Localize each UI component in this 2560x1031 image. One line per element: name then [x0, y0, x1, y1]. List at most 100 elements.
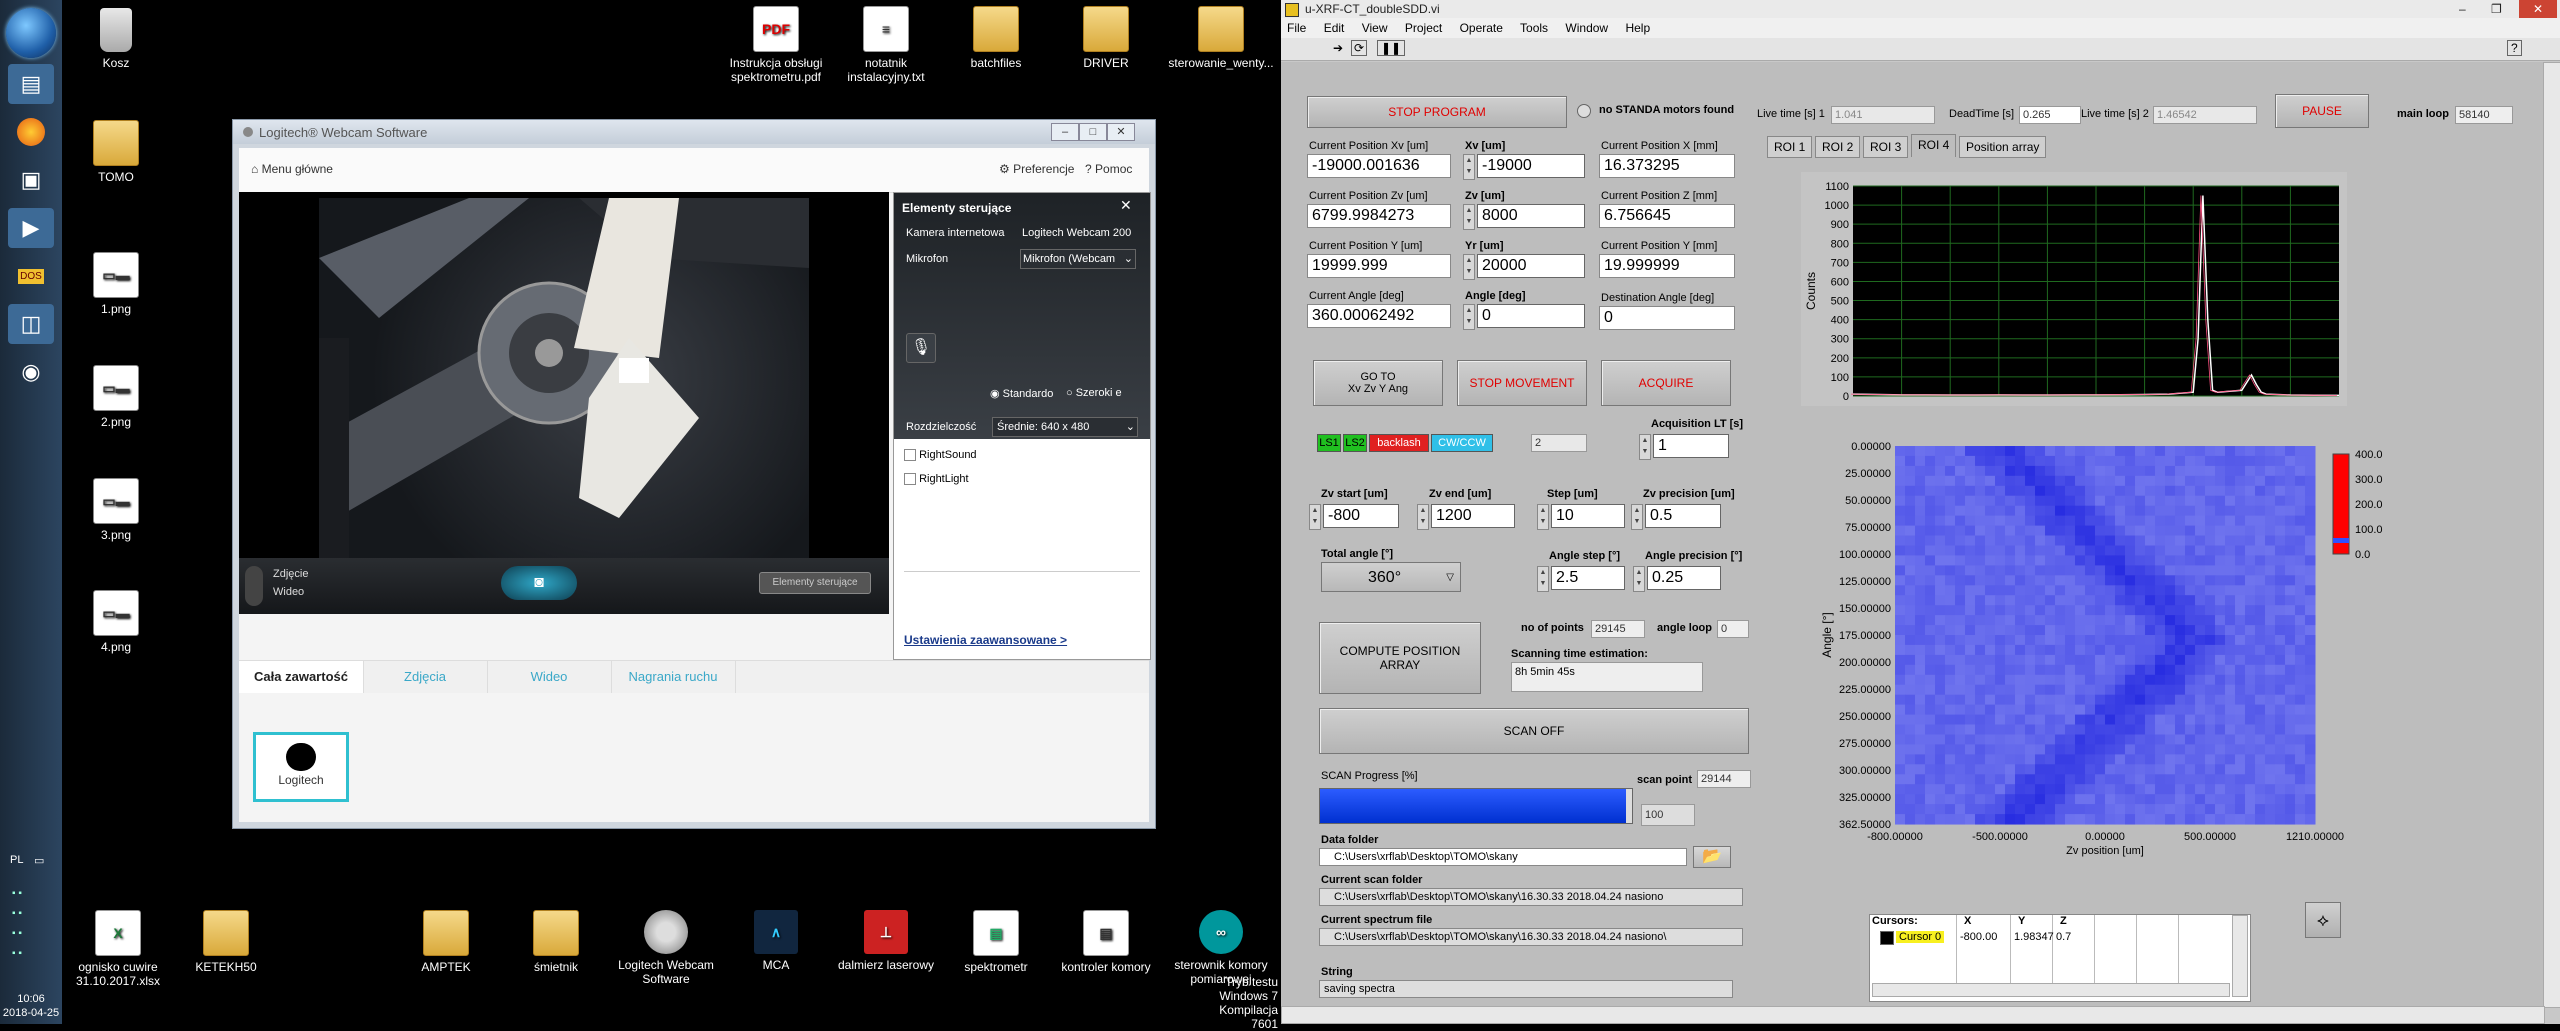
run-continuously-icon[interactable]: ⟳: [1351, 40, 1368, 56]
home-link[interactable]: ⌂ Menu główne: [251, 162, 333, 176]
cursor-table-vscrollbar[interactable]: [2232, 915, 2248, 997]
xv-input[interactable]: -19000: [1477, 154, 1585, 178]
keyboard-icon[interactable]: ▭: [34, 854, 44, 867]
desktop-icon-notatnik[interactable]: ≡ notatnik instalacyjny.txt: [836, 6, 936, 84]
minimize-button[interactable]: –: [1051, 123, 1079, 141]
menu-window[interactable]: Window: [1565, 21, 1608, 35]
run-arrow-icon[interactable]: ➔: [1333, 41, 1343, 55]
angle-prec-input[interactable]: 0.25: [1647, 566, 1721, 590]
angle-prec-spinner[interactable]: ▲ ▼: [1633, 566, 1645, 592]
desktop-icon-sterowanie[interactable]: sterowanie_wenty...: [1166, 6, 1276, 70]
desktop-icon-tomo[interactable]: TOMO: [66, 120, 166, 184]
explorer-taskbar-icon[interactable]: ▤: [8, 64, 54, 104]
data-folder-input[interactable]: C:\Users\xrflab\Desktop\TOMO\skany: [1319, 848, 1687, 866]
acquire-button[interactable]: ACQUIRE: [1601, 360, 1731, 406]
desktop-icon-spektrometr[interactable]: ▤ spektrometr: [946, 910, 1046, 974]
yr-input[interactable]: 20000: [1477, 254, 1585, 278]
language-indicator[interactable]: PL: [10, 854, 23, 866]
vertical-scrollbar[interactable]: [2543, 62, 2560, 1008]
menu-project[interactable]: Project: [1405, 21, 1442, 35]
zv-start-spinner[interactable]: ▲ ▼: [1309, 504, 1321, 530]
zv-start-input[interactable]: -800: [1323, 504, 1399, 528]
monitor-taskbar-icon[interactable]: ▣: [8, 160, 54, 200]
help-link[interactable]: ? Pomoc: [1085, 162, 1132, 176]
zv-end-input[interactable]: 1200: [1431, 504, 1515, 528]
angle-spinner[interactable]: ▲ ▼: [1463, 304, 1475, 330]
tab-position-array[interactable]: Position array: [1959, 136, 2047, 158]
cursor-name[interactable]: Cursor 0: [1896, 931, 1945, 943]
desktop-icon-batchfiles[interactable]: batchfiles: [946, 6, 1046, 70]
start-button[interactable]: [6, 8, 56, 58]
menu-view[interactable]: View: [1362, 21, 1388, 35]
radio-wide[interactable]: ○ Szeroki e: [1066, 387, 1122, 399]
tab-roi3[interactable]: ROI 3: [1863, 136, 1909, 158]
tab-roi2[interactable]: ROI 2: [1815, 136, 1861, 158]
gallery-thumbnail[interactable]: Logitech: [253, 732, 349, 802]
rightsound-checkbox[interactable]: RightSound: [904, 449, 977, 462]
maximize-button[interactable]: □: [1079, 123, 1107, 141]
tab-motion[interactable]: Nagrania ruchu: [611, 661, 736, 693]
desktop-icon-driver[interactable]: DRIVER: [1056, 6, 1156, 70]
tab-photos[interactable]: Zdjęcia: [363, 661, 488, 693]
menu-operate[interactable]: Operate: [1460, 21, 1503, 35]
dos-taskbar-icon[interactable]: DOS: [8, 256, 54, 296]
desktop-icon-amptek[interactable]: AMPTEK: [396, 910, 496, 974]
angle-step-spinner[interactable]: ▲ ▼: [1537, 566, 1549, 592]
pause-button[interactable]: PAUSE: [2275, 94, 2369, 128]
preferences-link[interactable]: ⚙ Preferencje: [999, 162, 1074, 176]
maximize-button[interactable]: ❐: [2491, 0, 2502, 18]
record-button[interactable]: ◙: [501, 566, 577, 600]
cursor-table-hscrollbar[interactable]: [1872, 983, 2230, 997]
compute-position-button[interactable]: COMPUTE POSITION ARRAY: [1319, 622, 1481, 694]
scan-off-button[interactable]: SCAN OFF: [1319, 708, 1749, 754]
menu-help[interactable]: Help: [1625, 21, 1650, 35]
labview-taskbar-icon[interactable]: ▶: [8, 208, 54, 248]
desktop-icon-dalmierz[interactable]: ⊥ dalmierz laserowy: [836, 910, 936, 972]
desktop-icon-1png[interactable]: ▭▬ 1.png: [66, 252, 166, 316]
tab-all[interactable]: Cała zawartość: [239, 661, 364, 693]
pause-icon[interactable]: ❚❚: [1377, 40, 1406, 56]
mode-photo-label[interactable]: Zdjęcie: [273, 568, 308, 580]
step-spinner[interactable]: ▲ ▼: [1537, 504, 1549, 530]
yr-spinner[interactable]: ▲ ▼: [1463, 254, 1475, 280]
horizontal-scrollbar[interactable]: [1281, 1006, 2545, 1024]
microphone-icon[interactable]: 🎙: [906, 333, 936, 363]
angle-input[interactable]: 0: [1477, 304, 1585, 328]
advanced-settings-link[interactable]: Ustawienia zaawansowane >: [904, 633, 1067, 647]
firefox-taskbar-icon[interactable]: [8, 112, 54, 152]
desktop-icon-3png[interactable]: ▭▬ 3.png: [66, 478, 166, 542]
desktop-icon-smietnik[interactable]: śmietnik: [506, 910, 606, 974]
help-icon[interactable]: ?: [2507, 40, 2522, 56]
cursor-move-icon[interactable]: ⟡: [2305, 902, 2341, 938]
labview-titlebar[interactable]: u-XRF-CT_doubleSDD.vi – ❐ ✕: [1281, 0, 2560, 18]
close-button[interactable]: ✕: [2519, 0, 2557, 18]
acq-lt-input[interactable]: 1: [1653, 434, 1729, 458]
zv-input[interactable]: 8000: [1477, 204, 1585, 228]
xv-spinner[interactable]: ▲ ▼: [1463, 154, 1475, 180]
radio-standard[interactable]: ◉ Standardo: [990, 387, 1053, 400]
logitech-titlebar[interactable]: Logitech® Webcam Software: [233, 120, 1155, 144]
chart-app-taskbar-icon[interactable]: ◫: [8, 304, 54, 344]
zv-prec-input[interactable]: 0.5: [1645, 504, 1721, 528]
rightlight-checkbox[interactable]: RightLight: [904, 473, 969, 486]
goto-button[interactable]: GO TO Xv Zv Y Ang: [1313, 360, 1443, 406]
controls-button[interactable]: Elementy sterujące: [759, 572, 871, 594]
acq-lt-spinner[interactable]: ▲ ▼: [1639, 434, 1651, 460]
tab-roi4[interactable]: ROI 4: [1911, 134, 1957, 157]
desktop-icon-logitech[interactable]: Logitech Webcam Software: [616, 910, 716, 986]
angle-step-input[interactable]: 2.5: [1551, 566, 1625, 590]
step-input[interactable]: 10: [1551, 504, 1625, 528]
minimize-button[interactable]: –: [2459, 0, 2466, 18]
desktop-icon-ketekh50[interactable]: KETEKH50: [176, 910, 276, 974]
total-angle-select[interactable]: 360° ▽: [1321, 562, 1461, 592]
menu-edit[interactable]: Edit: [1324, 21, 1345, 35]
desktop-icon-mca[interactable]: ∧ MCA: [726, 910, 826, 972]
stop-movement-button[interactable]: STOP MOVEMENT: [1457, 360, 1587, 406]
desktop-icon-4png[interactable]: ▭▬ 4.png: [66, 590, 166, 654]
tray-icons[interactable]: ▪ ▪ ▪ ▪ ▪ ▪ ▪ ▪: [12, 884, 50, 964]
desktop-icon-2png[interactable]: ▭▬ 2.png: [66, 365, 166, 429]
resolution-select[interactable]: Średnie: 640 x 480 ⌄: [992, 417, 1138, 437]
close-icon[interactable]: ✕: [1120, 197, 1132, 214]
tab-roi1[interactable]: ROI 1: [1767, 136, 1813, 158]
menu-tools[interactable]: Tools: [1520, 21, 1548, 35]
